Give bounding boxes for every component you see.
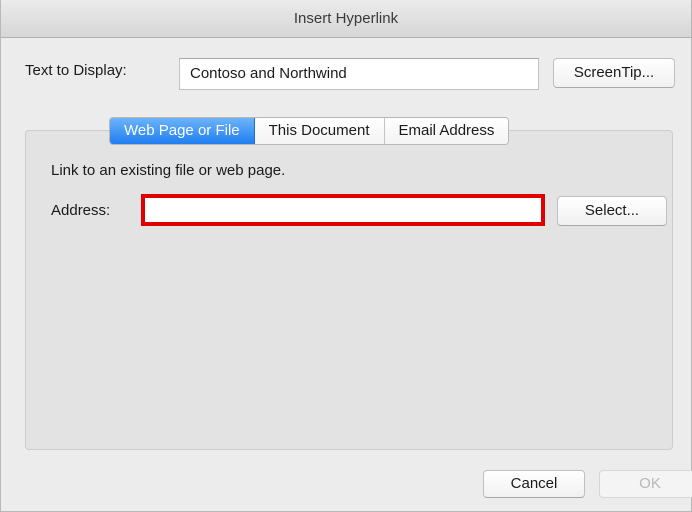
tab-email-address[interactable]: Email Address: [384, 118, 509, 144]
link-instruction-text: Link to an existing file or web page.: [51, 162, 286, 179]
insert-hyperlink-dialog: Insert Hyperlink Text to Display: Contos…: [0, 0, 692, 512]
address-input[interactable]: [141, 194, 545, 226]
text-to-display-field[interactable]: Contoso and Northwind: [179, 58, 539, 90]
tab-web-page-or-file[interactable]: Web Page or File: [110, 118, 255, 144]
tab-this-document[interactable]: This Document: [254, 118, 385, 144]
screentip-button[interactable]: ScreenTip...: [553, 58, 675, 88]
select-button[interactable]: Select...: [557, 196, 667, 226]
ok-button[interactable]: OK: [599, 470, 692, 498]
cancel-button[interactable]: Cancel: [483, 470, 585, 498]
window-title: Insert Hyperlink: [1, 0, 691, 38]
address-label: Address:: [51, 202, 111, 219]
link-type-tabs: Web Page or File This Document Email Add…: [109, 117, 510, 145]
text-to-display-label: Text to Display:: [25, 62, 127, 79]
